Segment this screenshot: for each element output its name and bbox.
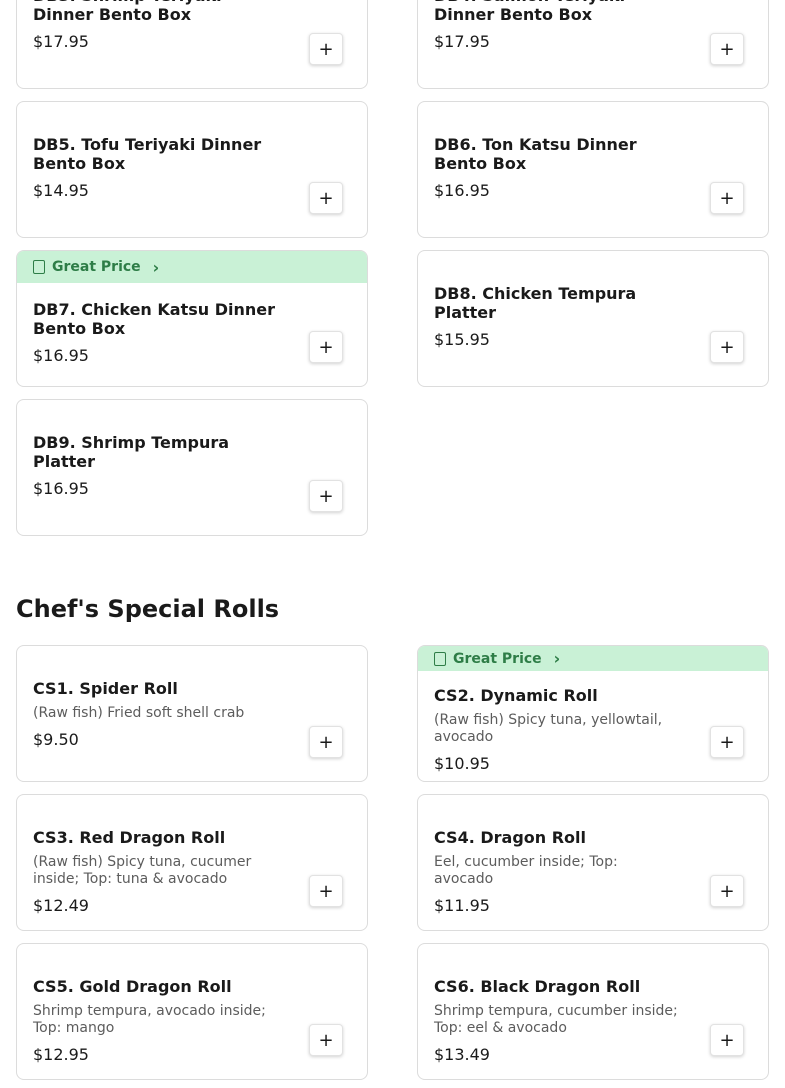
add-to-cart-button[interactable]: + [710,331,744,363]
menu-item-card[interactable]: Great Price › CS2. Dynamic Roll (Raw fis… [417,645,769,782]
item-name: DB6. Ton Katsu Dinner Bento Box [434,135,637,173]
menu-item-card[interactable]: CS6. Black Dragon Roll Shrimp tempura, c… [417,943,769,1080]
item-name: DB9. Shrimp Tempura Platter [33,433,230,471]
item-price: $16.95 [33,479,89,498]
item-name: CS6. Black Dragon Roll [434,977,641,996]
item-price: $13.49 [434,1045,490,1064]
item-description: (Raw fish) Spicy tuna, yellowtail, avoca… [434,712,663,745]
item-name: CS4. Dragon Roll [434,828,586,847]
add-to-cart-button[interactable]: + [309,182,343,214]
section-title: Chef's Special Rolls [16,595,280,623]
menu-item-card[interactable]: CS4. Dragon Roll Eel, cucumber inside; T… [417,794,769,931]
item-price: $14.95 [33,181,89,200]
add-to-cart-button[interactable]: + [309,331,343,363]
item-price: $9.50 [33,730,79,749]
menu-item-card[interactable]: Great Price › DB7. Chicken Katsu Dinner … [16,250,368,387]
add-to-cart-button[interactable]: + [710,33,744,65]
add-to-cart-button[interactable]: + [309,480,343,512]
menu-item-card[interactable]: DB8. Chicken Tempura Platter $15.95 + [417,250,769,387]
item-price: $16.95 [33,346,89,365]
item-name: DB8. Chicken Tempura Platter [434,284,637,322]
add-to-cart-button[interactable]: + [309,875,343,907]
item-description: Shrimp tempura, avocado inside; Top: man… [33,1003,266,1036]
item-price: $12.49 [33,896,89,915]
add-to-cart-button[interactable]: + [710,1024,744,1056]
menu-item-card[interactable]: DB4. Salmon Teriyaki Dinner Bento Box $1… [417,0,769,89]
great-price-banner[interactable]: Great Price › [418,646,768,671]
chevron-right-icon: › [152,257,160,277]
add-to-cart-button[interactable]: + [309,1024,343,1056]
item-price: $17.95 [33,32,89,51]
add-to-cart-button[interactable]: + [309,33,343,65]
item-name: CS3. Red Dragon Roll [33,828,226,847]
item-name: DB4. Salmon Teriyaki Dinner Bento Box [434,0,625,24]
item-price: $10.95 [434,754,490,773]
add-to-cart-button[interactable]: + [309,726,343,758]
item-name: CS1. Spider Roll [33,679,178,698]
item-name: DB3. Shrimp Teriyaki Dinner Bento Box [33,0,222,24]
menu-item-card[interactable]: CS3. Red Dragon Roll (Raw fish) Spicy tu… [16,794,368,931]
price-tag-icon [434,651,446,666]
add-to-cart-button[interactable]: + [710,726,744,758]
item-name: CS2. Dynamic Roll [434,686,598,705]
item-description: Eel, cucumber inside; Top: avocado [434,854,618,887]
banner-label: Great Price [52,259,141,275]
item-description: (Raw fish) Fried soft shell crab [33,705,245,721]
menu-item-card[interactable]: CS1. Spider Roll (Raw fish) Fried soft s… [16,645,368,782]
add-to-cart-button[interactable]: + [710,182,744,214]
item-price: $16.95 [434,181,490,200]
add-to-cart-button[interactable]: + [710,875,744,907]
banner-label: Great Price [453,650,542,667]
item-description: (Raw fish) Spicy tuna, cucumer inside; T… [33,854,252,887]
item-price: $15.95 [434,330,490,349]
great-price-banner[interactable]: Great Price › [17,251,367,283]
item-price: $11.95 [434,896,490,915]
item-price: $17.95 [434,32,490,51]
item-name: DB5. Tofu Teriyaki Dinner Bento Box [33,135,262,173]
item-price: $12.95 [33,1045,89,1064]
menu-item-card[interactable]: DB9. Shrimp Tempura Platter $16.95 + [16,399,368,536]
menu-item-card[interactable]: DB6. Ton Katsu Dinner Bento Box $16.95 + [417,101,769,238]
menu-item-card[interactable]: DB3. Shrimp Teriyaki Dinner Bento Box $1… [16,0,368,89]
menu-item-card[interactable]: DB5. Tofu Teriyaki Dinner Bento Box $14.… [16,101,368,238]
item-name: CS5. Gold Dragon Roll [33,977,232,996]
price-tag-icon [33,260,45,274]
item-name: DB7. Chicken Katsu Dinner Bento Box [33,300,275,338]
item-description: Shrimp tempura, cucumber inside; Top: ee… [434,1003,678,1036]
chevron-right-icon: › [553,649,561,668]
menu-item-card[interactable]: CS5. Gold Dragon Roll Shrimp tempura, av… [16,943,368,1080]
